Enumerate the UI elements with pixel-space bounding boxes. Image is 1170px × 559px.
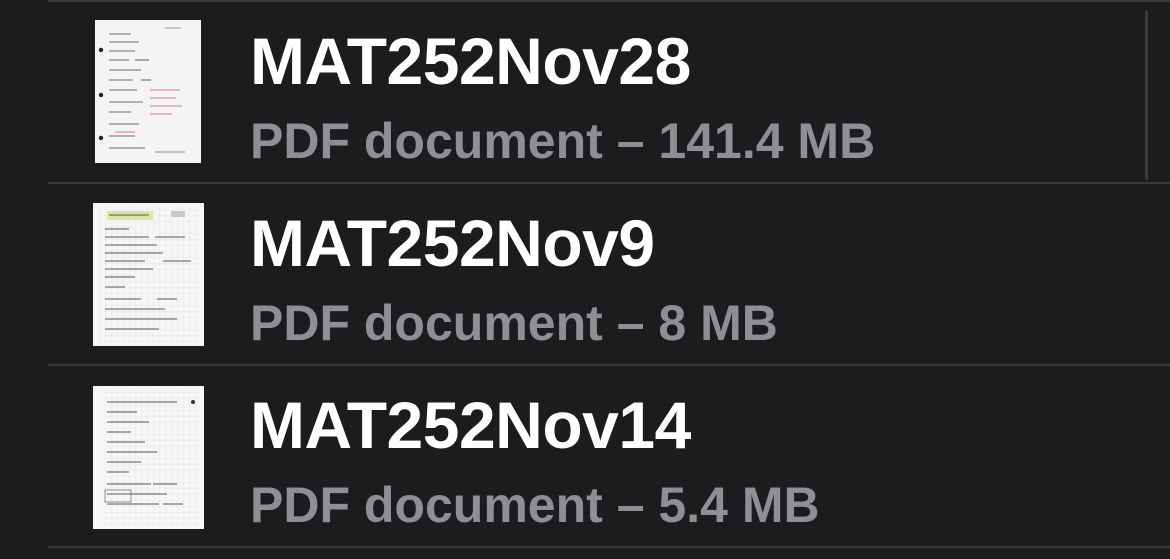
file-kind: PDF document <box>250 113 603 169</box>
file-info: MAT252Nov14 PDF document – 5.4 MB <box>250 392 820 530</box>
file-meta: PDF document – 8 MB <box>250 298 778 348</box>
file-kind: PDF document <box>250 477 603 533</box>
scrollbar[interactable] <box>1145 10 1148 180</box>
meta-separator: – <box>616 113 645 169</box>
file-size: 8 MB <box>658 295 778 351</box>
file-info: MAT252Nov9 PDF document – 8 MB <box>250 210 778 348</box>
file-name: MAT252Nov9 <box>250 206 655 280</box>
file-meta: PDF document – 141.4 MB <box>250 116 875 166</box>
file-size: 141.4 MB <box>658 113 876 169</box>
pdf-thumbnail-icon <box>93 386 204 529</box>
file-kind: PDF document <box>250 295 603 351</box>
file-row[interactable]: MAT252Nov28 PDF document – 141.4 MB <box>0 2 1170 184</box>
pdf-thumbnail-icon <box>93 203 204 346</box>
file-name: MAT252Nov28 <box>250 24 691 98</box>
row-divider <box>48 546 1170 548</box>
file-name: MAT252Nov14 <box>250 388 691 462</box>
file-meta: PDF document – 5.4 MB <box>250 480 820 530</box>
file-row[interactable]: MAT252Nov9 PDF document – 8 MB <box>0 184 1170 366</box>
meta-separator: – <box>616 295 645 351</box>
file-row[interactable]: MAT252Nov14 PDF document – 5.4 MB <box>0 366 1170 548</box>
meta-separator: – <box>616 477 645 533</box>
pdf-thumbnail-icon <box>95 20 201 163</box>
file-info: MAT252Nov28 PDF document – 141.4 MB <box>250 28 875 166</box>
file-size: 5.4 MB <box>658 477 820 533</box>
